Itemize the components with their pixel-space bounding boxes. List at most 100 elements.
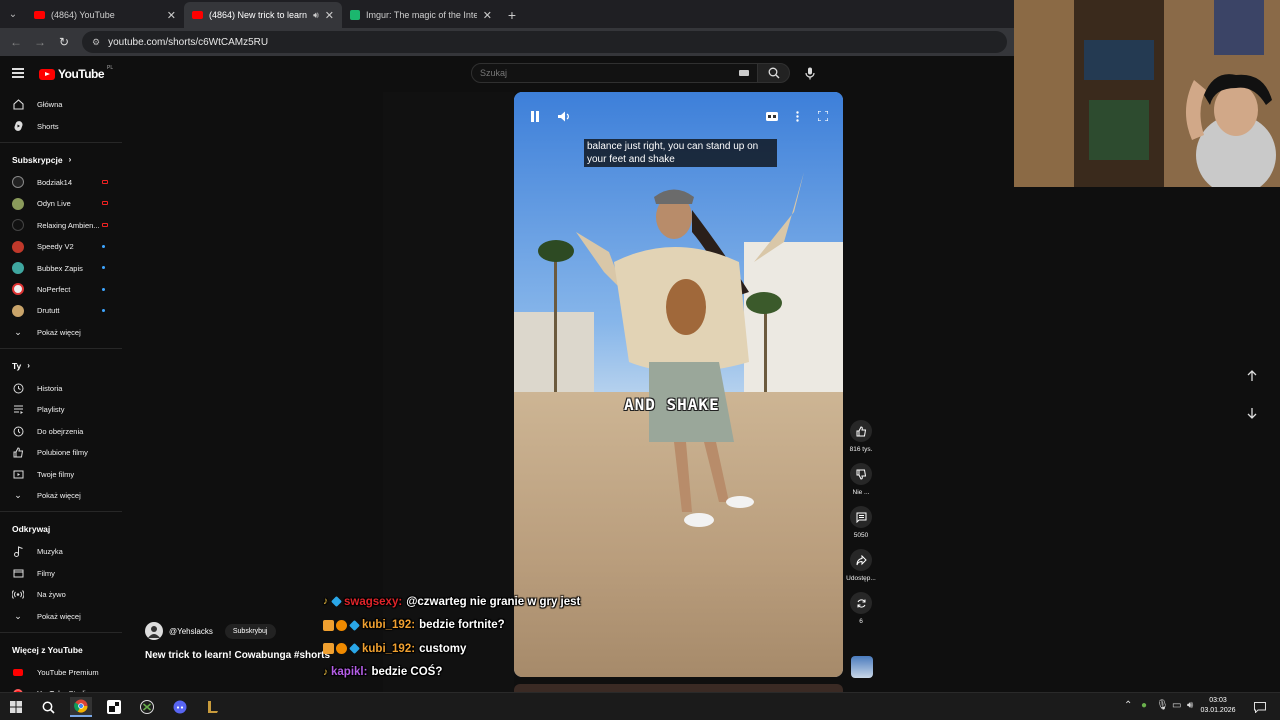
fullscreen-icon — [818, 111, 828, 121]
sidebar-item-subscription[interactable]: Relaxing Ambien... — [0, 215, 122, 236]
sidebar-item-playlists[interactable]: Playlisty — [0, 399, 122, 420]
address-bar[interactable]: ⚙ youtube.com/shorts/c6WtCAMz5RU — [82, 31, 1007, 53]
chat-username: swagsexy: — [344, 595, 403, 608]
subscribe-button[interactable]: Subskrybuj — [224, 623, 276, 639]
search-icon — [42, 701, 55, 714]
tab-search-button[interactable]: ⌄ — [0, 0, 26, 28]
sidebar-item-music[interactable]: Muzyka — [0, 541, 122, 562]
taskbar-chrome[interactable] — [70, 697, 92, 717]
channel-avatar[interactable] — [145, 622, 163, 640]
discord-icon — [173, 700, 187, 714]
volume-button[interactable] — [553, 105, 575, 127]
comments-button[interactable]: 5050 — [845, 506, 877, 539]
sidebar-item-premium[interactable]: YouTube Premium — [0, 662, 122, 683]
tray-chevron-up-icon[interactable]: ⌃ — [1124, 700, 1132, 711]
sidebar-item-subscription[interactable]: Drututt — [0, 300, 122, 321]
next-short-preview[interactable] — [514, 684, 843, 692]
you-header[interactable]: Ty › — [0, 354, 122, 378]
new-tab-button[interactable]: + — [500, 2, 524, 28]
microphone-tray-icon[interactable]: 🎙︎ — [1156, 700, 1169, 711]
previous-short-button[interactable] — [1243, 367, 1261, 385]
chevron-down-icon: ⌄ — [14, 490, 22, 501]
browser-tab-youtube[interactable]: (4864) YouTube ✕ — [26, 2, 184, 28]
chat-text: bedzie fortnite? — [419, 619, 505, 632]
close-tab-icon[interactable]: ✕ — [167, 9, 176, 22]
sidebar-item-watch-later[interactable]: Do obejrzenia — [0, 421, 122, 442]
divider — [0, 347, 122, 349]
pause-button[interactable] — [524, 105, 546, 127]
imgur-favicon-icon — [350, 10, 360, 20]
chevron-right-icon: › — [27, 361, 30, 371]
more-options-button[interactable] — [786, 105, 808, 127]
dislike-button[interactable]: Nie ... — [845, 463, 877, 496]
subscriptions-header[interactable]: Subskrypcje › — [0, 148, 122, 172]
remix-button[interactable]: 6 — [845, 592, 877, 625]
video-title[interactable]: New trick to learn! Cowabunga #shorts — [145, 650, 330, 661]
sidebar-item-your-videos[interactable]: Twoje filmy — [0, 463, 122, 484]
browser-toolbar: ← → ↻ ⚙ youtube.com/shorts/c6WtCAMz5RU — [0, 28, 1014, 56]
share-button[interactable]: Udostęp... — [845, 549, 877, 582]
sidebar-show-more[interactable]: ⌄ Pokaż więcej — [0, 322, 122, 343]
notification-center-button[interactable] — [1249, 697, 1271, 717]
taskbar-xbox[interactable] — [136, 697, 158, 717]
music-note-badge-icon: ♪ — [323, 596, 328, 608]
youtube-logo[interactable]: YouTube PL — [39, 65, 114, 81]
tray-app-icon[interactable]: ● — [1141, 700, 1147, 711]
system-clock[interactable]: 03:03 03.01.2026 — [1198, 696, 1238, 716]
channel-name[interactable]: @Yehslacks — [169, 627, 213, 636]
close-tab-icon[interactable]: ✕ — [325, 9, 334, 22]
back-icon[interactable]: ← — [6, 32, 26, 52]
section-title: Odkrywaj — [12, 524, 51, 535]
film-icon — [12, 567, 24, 579]
volume-tray-icon[interactable]: 🔊︎ — [1187, 700, 1193, 711]
channel-thumbnail[interactable] — [851, 656, 873, 678]
close-tab-icon[interactable]: ✕ — [483, 9, 492, 22]
forward-icon[interactable]: → — [30, 32, 50, 52]
search-button[interactable] — [757, 63, 790, 83]
youtube-play-icon — [39, 68, 55, 80]
sidebar-item-subscription[interactable]: Odyn Live — [0, 193, 122, 214]
site-info-icon[interactable]: ⚙ — [92, 37, 100, 48]
taskbar-app[interactable] — [103, 697, 125, 717]
arrow-up-icon — [1247, 370, 1257, 381]
sidebar-show-more[interactable]: ⌄ Pokaż więcej — [0, 485, 122, 506]
browser-tab-imgur[interactable]: Imgur: The magic of the Interne ✕ — [342, 2, 500, 28]
captions-button[interactable] — [761, 105, 783, 127]
sidebar-item-label: Bodziak14 — [37, 177, 73, 187]
reload-icon[interactable]: ↻ — [54, 32, 74, 52]
taskbar-league[interactable] — [202, 697, 224, 717]
sidebar-item-films[interactable]: Filmy — [0, 563, 122, 584]
music-icon — [12, 546, 24, 558]
browser-tab-strip: ⌄ (4864) YouTube ✕ (4864) New trick to l… — [0, 0, 1014, 28]
start-button[interactable] — [5, 697, 27, 717]
sidebar-item-subscription[interactable]: Speedy V2 — [0, 236, 122, 257]
keyboard-icon[interactable] — [739, 70, 749, 76]
tab-audio-icon[interactable]: 🔊︎ — [313, 10, 319, 21]
browser-tab-shorts[interactable]: (4864) New trick to learn! C 🔊︎ ✕ — [184, 2, 342, 28]
youtube-favicon-icon — [192, 11, 203, 19]
sidebar-item-home[interactable]: Główna — [0, 94, 122, 115]
windows-logo-icon — [10, 701, 22, 713]
next-short-button[interactable] — [1243, 404, 1261, 422]
country-code: PL — [107, 65, 114, 71]
sidebar-item-live[interactable]: Na żywo — [0, 584, 122, 605]
search-input[interactable]: Szukaj — [471, 63, 758, 83]
sidebar-show-more[interactable]: ⌄ Pokaż więcej — [0, 605, 122, 626]
sidebar-item-label: Speedy V2 — [37, 242, 74, 252]
thumb-up-icon — [850, 420, 872, 442]
like-button[interactable]: 816 tys. — [845, 420, 877, 453]
taskbar-discord[interactable] — [169, 697, 191, 717]
sidebar-item-subscription[interactable]: Bodziak14 — [0, 172, 122, 193]
sidebar-item-history[interactable]: Historia — [0, 378, 122, 399]
live-indicator-icon — [102, 179, 108, 184]
taskbar-search-button[interactable] — [37, 697, 59, 717]
sidebar-item-subscription[interactable]: Bubbex Zapis — [0, 257, 122, 278]
sidebar-item-subscription[interactable]: NoPerfect — [0, 279, 122, 300]
voice-search-button[interactable] — [802, 65, 818, 81]
menu-icon[interactable] — [12, 68, 24, 78]
blue-diamond-badge-icon — [331, 596, 342, 608]
fullscreen-button[interactable] — [812, 105, 834, 127]
sidebar-item-shorts[interactable]: Shorts — [0, 115, 122, 136]
sidebar-item-liked[interactable]: Polubione filmy — [0, 442, 122, 463]
network-icon[interactable]: ▭ — [1172, 700, 1181, 711]
